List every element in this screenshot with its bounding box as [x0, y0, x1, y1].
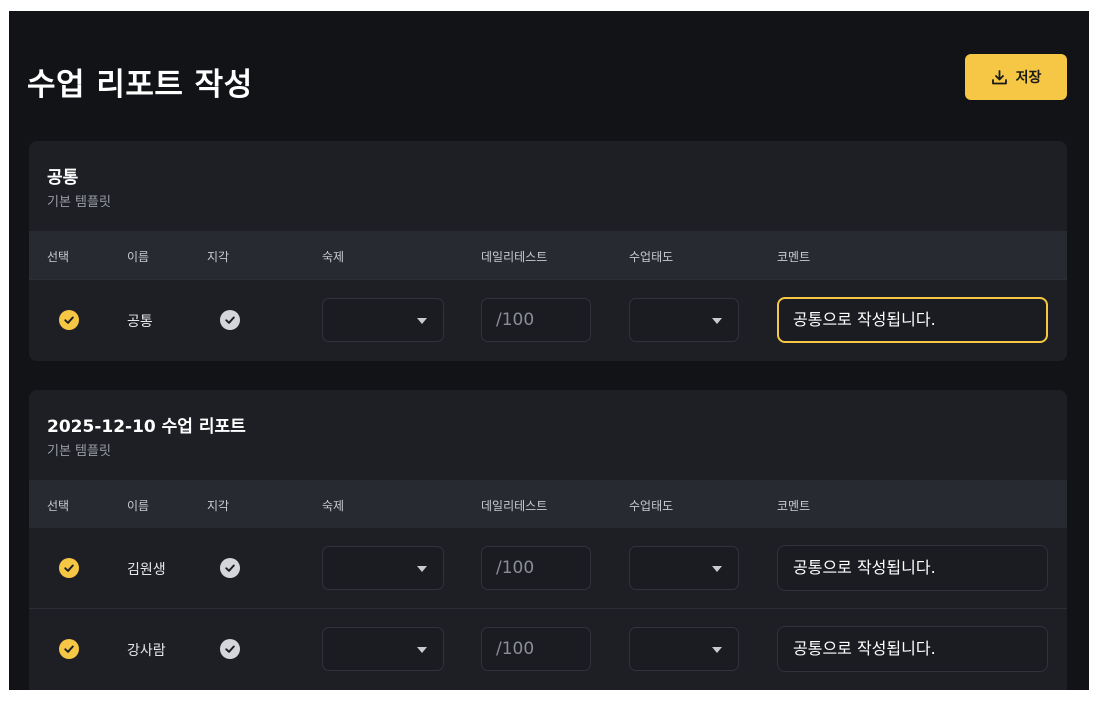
column-homework: 숙제	[322, 250, 345, 264]
chevron-down-icon	[712, 566, 722, 572]
column-select: 선택	[47, 250, 70, 264]
check-icon	[64, 645, 74, 653]
student-name: 강사람	[127, 643, 166, 659]
daily-test-input[interactable]: /100	[481, 627, 591, 671]
column-homework: 숙제	[322, 499, 345, 513]
late-checkbox[interactable]	[220, 639, 240, 659]
card-title: 공통	[47, 168, 79, 188]
page-header: 수업 리포트 작성 저장	[9, 11, 1089, 141]
homework-select[interactable]	[322, 546, 444, 590]
page-title: 수업 리포트 작성	[27, 67, 253, 103]
chevron-down-icon	[417, 318, 427, 324]
select-checkbox[interactable]	[59, 558, 79, 578]
late-checkbox[interactable]	[220, 558, 240, 578]
report-card: 2025-12-10 수업 리포트 기본 템플릿 선택 이름 지각 숙제 데일리…	[29, 390, 1067, 690]
attitude-select[interactable]	[629, 298, 739, 342]
check-icon	[225, 645, 235, 653]
select-checkbox[interactable]	[59, 639, 79, 659]
card-title: 2025-12-10 수업 리포트	[47, 417, 246, 437]
chevron-down-icon	[417, 566, 427, 572]
table-body: 김원생 /100 공통으로 작성됩니다. 강사람 /100 공통으로 작성됩니다…	[29, 528, 1067, 689]
attitude-select[interactable]	[629, 546, 739, 590]
comment-input[interactable]: 공통으로 작성됩니다.	[777, 626, 1048, 672]
comment-input[interactable]: 공통으로 작성됩니다.	[777, 545, 1048, 591]
column-late: 지각	[207, 499, 230, 513]
card-subtitle: 기본 템플릿	[47, 444, 111, 459]
chevron-down-icon	[417, 647, 427, 653]
chevron-down-icon	[712, 318, 722, 324]
attitude-select[interactable]	[629, 627, 739, 671]
column-daily-test: 데일리테스트	[481, 499, 548, 513]
daily-test-input[interactable]: /100	[481, 298, 591, 342]
select-checkbox[interactable]	[59, 310, 79, 330]
save-button-label: 저장	[1015, 70, 1042, 86]
column-attitude: 수업태도	[629, 499, 674, 513]
common-card: 공통 기본 템플릿 선택 이름 지각 숙제 데일리테스트 수업태도 코멘트 공통…	[29, 141, 1067, 361]
table-row: 공통 /100 공통으로 작성됩니다.	[29, 279, 1067, 360]
column-attitude: 수업태도	[629, 250, 674, 264]
save-button[interactable]: 저장	[965, 54, 1067, 100]
homework-select[interactable]	[322, 627, 444, 671]
chevron-down-icon	[712, 647, 722, 653]
report-app: 수업 리포트 작성 저장 공통 기본 템플릿 선택 이름 지각 숙제 데일리테스…	[9, 11, 1089, 690]
table-header: 선택 이름 지각 숙제 데일리테스트 수업태도 코멘트	[29, 231, 1067, 279]
card-subtitle: 기본 템플릿	[47, 195, 111, 210]
homework-select[interactable]	[322, 298, 444, 342]
check-icon	[225, 316, 235, 324]
card-header: 2025-12-10 수업 리포트 기본 템플릿	[29, 390, 1067, 480]
student-name: 공통	[127, 314, 153, 330]
table-row: 강사람 /100 공통으로 작성됩니다.	[29, 608, 1067, 689]
table-row: 김원생 /100 공통으로 작성됩니다.	[29, 528, 1067, 608]
check-icon	[225, 564, 235, 572]
column-name: 이름	[127, 499, 150, 513]
column-comment: 코멘트	[777, 250, 811, 264]
student-name: 김원생	[127, 562, 166, 578]
daily-test-input[interactable]: /100	[481, 546, 591, 590]
comment-input[interactable]: 공통으로 작성됩니다.	[777, 297, 1048, 343]
check-icon	[64, 316, 74, 324]
table-header: 선택 이름 지각 숙제 데일리테스트 수업태도 코멘트	[29, 480, 1067, 528]
column-comment: 코멘트	[777, 499, 811, 513]
card-header: 공통 기본 템플릿	[29, 141, 1067, 231]
column-name: 이름	[127, 250, 150, 264]
download-icon	[991, 69, 1008, 86]
column-daily-test: 데일리테스트	[481, 250, 548, 264]
late-checkbox[interactable]	[220, 310, 240, 330]
column-late: 지각	[207, 250, 230, 264]
column-select: 선택	[47, 499, 70, 513]
check-icon	[64, 564, 74, 572]
